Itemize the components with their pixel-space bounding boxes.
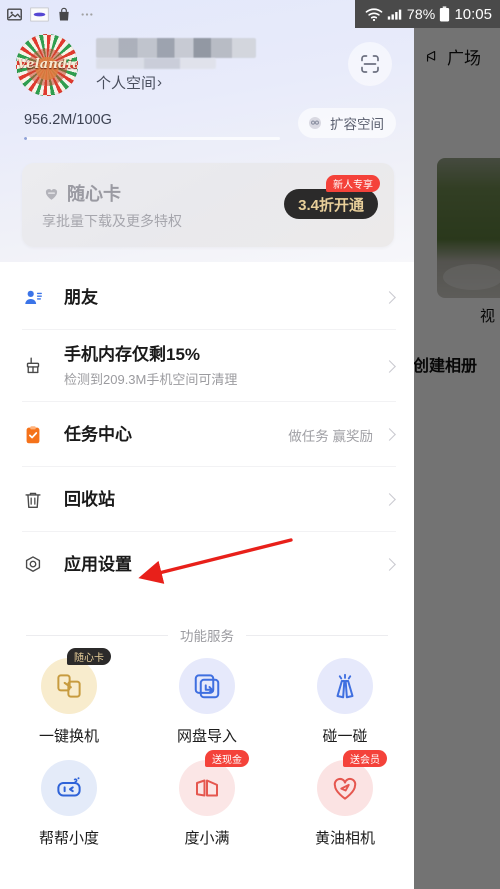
expand-space-icon (309, 117, 321, 129)
menu-item-hint: 做任务 赢奖励 (288, 428, 373, 444)
menu-item-task-center[interactable]: 任务中心 做任务 赢奖励 (0, 402, 414, 467)
divider-line-right (246, 634, 388, 636)
service-label: 一键换机 (38, 728, 99, 745)
promo-title: 随心卡 (67, 184, 121, 204)
service-icon-circle (317, 760, 373, 816)
services-grid: 随心卡 一键换机 网盘导入 碰一碰 帮帮小度 送现金 度小满 送会员 黄油相机 (0, 648, 414, 848)
promo-activate-button[interactable]: 3.4折开通 (284, 189, 378, 219)
service-icon-circle (317, 658, 373, 714)
service-icon-circle (41, 658, 97, 714)
trash-recycle-icon (22, 489, 56, 511)
friends-person-icon (22, 287, 56, 309)
personal-space-label: 个人空间 (96, 75, 157, 92)
promo-subtitle: 享批量下载及更多特权 (42, 213, 182, 229)
butter-camera-heart-icon (333, 777, 357, 800)
chevron-right-icon (383, 558, 396, 571)
menu-item-recycle-bin[interactable]: 回收站 (0, 467, 414, 532)
promo-card[interactable]: 随心卡 享批量下载及更多特权 3.4折开通 新人专享 (22, 163, 394, 247)
finance-wallet-icon (196, 779, 218, 797)
service-label: 碰一碰 (322, 728, 368, 745)
profile-row[interactable]: Velandia 个人空间 › (0, 30, 414, 102)
chevron-right-icon (383, 493, 396, 506)
service-label: 度小满 (184, 830, 230, 847)
task-clipboard-icon (22, 424, 56, 446)
storage-progress-bar (24, 137, 280, 140)
personal-space-arrow: › (157, 74, 163, 91)
service-badge: 随心卡 (67, 648, 111, 665)
service-item-finance[interactable]: 送现金 度小满 (138, 750, 276, 848)
chevron-right-icon (383, 291, 396, 304)
service-label: 黄油相机 (314, 830, 375, 847)
service-label: 网盘导入 (176, 728, 237, 745)
promo-newuser-badge: 新人专享 (326, 175, 380, 192)
expand-space-label: 扩容空间 (330, 117, 384, 132)
menu-item-friends[interactable]: 朋友 (0, 265, 414, 330)
service-item-phone-transfer[interactable]: 随心卡 一键换机 (0, 648, 138, 746)
broom-clean-icon (22, 355, 56, 377)
menu-item-label: 朋友 (64, 287, 98, 307)
avatar[interactable]: Velandia (16, 34, 78, 96)
phone-transfer-icon (57, 674, 81, 698)
service-icon-circle (41, 760, 97, 816)
avatar-word: Velandia (17, 57, 78, 72)
cloud-import-icon (194, 674, 220, 699)
username-masked-shadow (96, 58, 216, 69)
menu-item-label: 任务中心 (64, 424, 132, 444)
service-badge: 送现金 (205, 750, 249, 767)
service-item-tap[interactable]: 碰一碰 (276, 650, 414, 746)
assistant-robot-icon (57, 777, 81, 797)
scan-code-icon (361, 55, 379, 73)
storage-usage-text: 956.2M/100G (24, 112, 112, 128)
username-masked (96, 38, 256, 58)
phone-screen: 广场 视 创建相册 Velandia 个人空间 › (0, 0, 500, 889)
menu-item-label: 回收站 (64, 489, 115, 509)
service-badge: 送会员 (343, 750, 387, 767)
service-label: 帮帮小度 (38, 830, 99, 847)
service-icon-circle (179, 658, 235, 714)
chevron-right-icon (383, 359, 396, 373)
promo-title-row: 随心卡 (42, 180, 121, 206)
menu-item-storage-clean[interactable]: 手机内存仅剩15% 检测到209.3M手机空间可清理 (0, 330, 414, 402)
tap-phones-icon (336, 673, 354, 699)
personal-space-link[interactable]: 个人空间 › (96, 72, 162, 93)
menu-item-app-settings[interactable]: 应用设置 (0, 532, 414, 597)
service-item-butter-camera[interactable]: 送会员 黄油相机 (276, 750, 414, 848)
service-icon-circle (179, 760, 235, 816)
menu-list: 朋友 手机内存仅剩15% 检测到209.3M手机空间可清理 任务中心 做任务 赢… (0, 265, 414, 597)
profile-drawer: Velandia 个人空间 › 956.2M/100G 扩容空间 随心卡 享批量… (0, 0, 414, 889)
service-item-assistant[interactable]: 帮帮小度 (0, 752, 138, 848)
heart-card-icon (45, 188, 58, 200)
menu-item-label: 应用设置 (64, 554, 132, 574)
services-section-title: 功能服务 (180, 629, 234, 644)
menu-item-label: 手机内存仅剩15% (64, 345, 201, 365)
settings-gear-icon (22, 554, 56, 576)
expand-space-button[interactable]: 扩容空间 (298, 108, 396, 138)
chevron-right-icon (383, 428, 396, 441)
services-section-divider: 功能服务 (0, 625, 414, 645)
menu-item-sub: 检测到209.3M手机空间可清理 (64, 371, 238, 387)
service-item-cloud-import[interactable]: 网盘导入 (138, 650, 276, 746)
storage-progress-fill (24, 137, 27, 140)
scan-code-button[interactable] (348, 42, 392, 86)
divider-line-left (26, 634, 168, 636)
